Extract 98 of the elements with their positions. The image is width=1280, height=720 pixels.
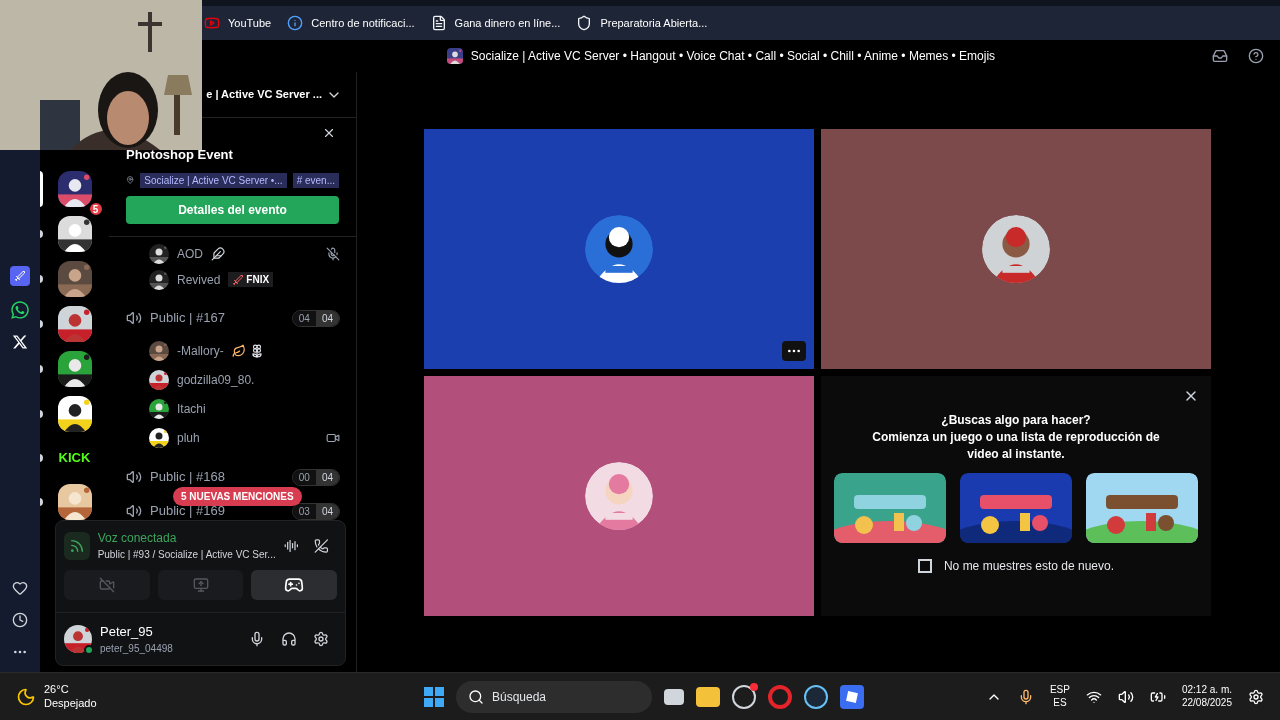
feather-icon xyxy=(211,246,225,261)
bookmark-link[interactable]: YouTube xyxy=(204,14,272,32)
more-options-icon[interactable] xyxy=(782,341,806,361)
app-icon[interactable] xyxy=(10,266,30,286)
event-location[interactable]: Socialize | Active VC Server •... xyxy=(140,172,287,188)
app-icon[interactable] xyxy=(840,684,864,709)
voice-channel[interactable]: Public | #168 00 04 xyxy=(109,468,356,486)
server-icon[interactable] xyxy=(57,351,92,387)
server-icon[interactable] xyxy=(57,396,92,432)
user-name: AOD xyxy=(177,245,203,263)
voice-channel[interactable]: Public | #167 04 04 xyxy=(109,309,356,327)
event-title: Photoshop Event xyxy=(126,146,234,164)
voice-user[interactable]: Revived FNIX xyxy=(109,266,356,293)
x-logo-icon[interactable] xyxy=(12,334,28,350)
voice-user[interactable]: AOD xyxy=(109,240,356,267)
steam-icon[interactable] xyxy=(804,684,828,709)
display-name: Peter_95 xyxy=(100,622,154,641)
headphones-icon[interactable] xyxy=(281,631,297,647)
username: peter_95_04498 xyxy=(100,642,173,657)
user-count: 00 04 xyxy=(291,468,340,486)
help-icon[interactable] xyxy=(1248,48,1264,64)
close-icon[interactable] xyxy=(322,126,336,140)
mentions-pill[interactable]: 5 NUEVAS MENCIONES xyxy=(173,486,302,506)
video-tile[interactable] xyxy=(424,129,814,369)
weather-text: Despejado xyxy=(44,696,97,711)
folder-icon[interactable] xyxy=(696,686,720,707)
server-name[interactable]: e | Active VC Server ... xyxy=(206,86,322,103)
sound-wave-icon[interactable] xyxy=(283,537,299,554)
user-name: Revived xyxy=(177,271,221,289)
app-icon[interactable] xyxy=(732,684,756,709)
user-name: Itachi xyxy=(177,400,206,418)
moon-icon xyxy=(16,686,36,707)
document-icon xyxy=(430,15,447,31)
screen-share-icon xyxy=(192,577,209,593)
heart-icon[interactable] xyxy=(12,580,28,596)
user-name: pluh xyxy=(177,429,200,447)
voice-status: Voz conectada xyxy=(97,530,178,547)
search-icon xyxy=(468,688,484,705)
flower-icon xyxy=(249,343,264,358)
user-name: -Mallory- xyxy=(177,342,224,360)
channel-name: Public | #167 xyxy=(150,309,225,328)
server-icon[interactable] xyxy=(57,261,92,297)
windows-logo-icon[interactable] xyxy=(424,686,444,707)
user-count: 04 04 xyxy=(291,309,340,327)
task-view-icon[interactable] xyxy=(664,688,684,705)
disconnect-icon[interactable] xyxy=(314,537,329,554)
location-icon xyxy=(126,173,135,187)
bookmark-link[interactable]: Centro de notificaci... xyxy=(287,14,415,32)
inbox-icon[interactable] xyxy=(1212,48,1228,64)
voice-channel-path[interactable]: Public | #93 / Socialize | Active VC Ser... xyxy=(97,547,276,562)
promo-title: ¿Buscas algo para hacer? xyxy=(941,412,1091,429)
connection-icon xyxy=(64,531,90,560)
bookmark-link[interactable]: Gana dinero en líne... xyxy=(430,14,561,32)
speaker-icon xyxy=(126,503,142,519)
server-icon[interactable] xyxy=(57,171,92,207)
video-tile[interactable] xyxy=(424,376,814,616)
browser-icon[interactable] xyxy=(768,684,792,709)
checkbox-label: No me muestres esto de nuevo. xyxy=(943,558,1115,575)
speaker-icon xyxy=(126,469,142,485)
activity-button[interactable] xyxy=(251,570,337,600)
chat-bubble-icon[interactable] xyxy=(10,300,30,320)
video-tile[interactable] xyxy=(821,129,1211,369)
server-icon[interactable] xyxy=(57,216,92,252)
channel-name: Public | #168 xyxy=(150,468,225,487)
keyboard-region[interactable]: ES xyxy=(1053,696,1067,709)
sword-icon xyxy=(232,273,245,286)
server-icon[interactable]: KICK xyxy=(57,441,92,475)
notification-badge: 5 xyxy=(87,201,104,217)
window-title: Socialize | Active VC Server • Hangout • Voice Chat • Call • Social • Chill • Anime • Memes • Emojis xyxy=(470,48,996,65)
language[interactable]: ESP xyxy=(1049,684,1070,697)
temperature: 26°C xyxy=(44,682,70,697)
event-channel[interactable]: # even... xyxy=(292,172,339,188)
history-icon[interactable] xyxy=(12,612,28,628)
settings-icon[interactable] xyxy=(313,631,329,647)
speaker-icon xyxy=(126,310,142,326)
search-field[interactable]: Búsqueda xyxy=(456,680,652,713)
video-play-icon xyxy=(204,15,220,31)
bookmark-link[interactable]: Preparatoria Abierta... xyxy=(576,14,708,32)
volume-icon[interactable] xyxy=(1117,688,1134,705)
notification-icon[interactable] xyxy=(1248,688,1264,705)
server-icon[interactable] xyxy=(57,306,92,342)
leaf-icon xyxy=(231,343,246,358)
server-icon[interactable] xyxy=(57,484,92,520)
clock-date[interactable]: 22/08/2025 xyxy=(1181,696,1232,709)
shield-icon xyxy=(576,15,593,31)
voice-user[interactable]: pluh xyxy=(109,423,356,452)
info-icon xyxy=(287,15,304,31)
user-name: godzilla09_80. xyxy=(177,371,255,389)
user-count: 03 04 xyxy=(291,502,340,520)
checkbox[interactable] xyxy=(917,559,932,573)
gamepad-icon xyxy=(284,575,305,595)
voice-user[interactable]: -Mallory- xyxy=(109,336,356,365)
promo-text: Comienza un juego o una lista de reproducción de video al instante. xyxy=(871,429,1161,463)
voice-user[interactable]: godzilla09_80. xyxy=(109,365,356,394)
microphone-icon[interactable] xyxy=(249,631,265,647)
voice-user[interactable]: Itachi xyxy=(109,394,356,423)
clock-time[interactable]: 02:12 a. m. xyxy=(1181,684,1232,697)
camera-off-icon xyxy=(98,577,115,593)
